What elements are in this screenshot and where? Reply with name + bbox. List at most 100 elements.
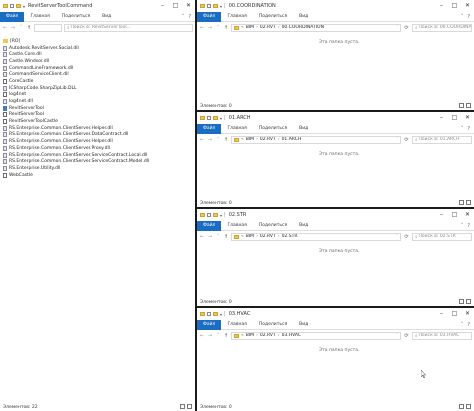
file-row[interactable]: CommandServiceClient.dll (3, 71, 192, 78)
tab-file[interactable]: Файл (197, 123, 222, 134)
chevron-down-icon[interactable]: ▾ (220, 4, 222, 9)
up-arrow-icon[interactable]: ↑ (223, 234, 229, 240)
chevron-down-icon[interactable]: ▾ (220, 213, 222, 218)
properties-icon[interactable] (207, 4, 211, 8)
maximize-button[interactable]: □ (448, 308, 461, 320)
address-bar[interactable]: « BIM › 02.RVT › 02.STR ˅ (231, 232, 401, 241)
help-icon[interactable]: ? (467, 221, 470, 231)
close-button[interactable]: ✕ (461, 308, 474, 320)
help-icon[interactable]: ? (467, 12, 470, 22)
tab-view[interactable]: Вид (293, 221, 314, 231)
title-bar[interactable]: ▾ | 02.STR – □ ✕ (197, 209, 474, 221)
new-folder-icon[interactable] (213, 4, 218, 8)
help-icon[interactable]: ? (467, 320, 470, 330)
file-row[interactable]: log4net.dll (3, 98, 192, 105)
title-bar[interactable]: ▾ | 00.COORDINATION – □ ✕ (197, 0, 474, 12)
chevron-down-icon[interactable]: ▾ (220, 312, 222, 317)
tab-home[interactable]: Главная (221, 12, 252, 22)
file-row[interactable]: RS.Enterprise.Common.ClientServer.Servic… (3, 152, 192, 159)
search-input[interactable]: ⌕ Поиск в: 03.HVAC (412, 331, 472, 340)
file-row[interactable]: Castle.Core.dll (3, 51, 192, 58)
address-bar[interactable]: « BIM › 02.RVT › 01.ARCH ˅ (231, 135, 401, 144)
tab-view[interactable]: Вид (293, 124, 314, 134)
forward-arrow-icon[interactable]: → (207, 25, 213, 31)
help-icon[interactable]: ? (188, 12, 191, 22)
maximize-button[interactable]: □ (448, 112, 461, 124)
file-row[interactable]: WebCastle (3, 172, 192, 179)
maximize-button[interactable]: □ (169, 0, 182, 12)
tab-share[interactable]: Поделиться (253, 221, 293, 231)
chevron-down-icon[interactable]: ˅ (182, 12, 185, 22)
tiles-view-icon[interactable] (466, 299, 471, 304)
recent-chevron-icon[interactable]: ˅ (215, 333, 221, 339)
breadcrumb-item[interactable]: 00.COORDINATION (282, 25, 324, 30)
search-input[interactable]: ⌕ Поиск в: 01.ARCH (412, 135, 472, 144)
tab-share[interactable]: Поделиться (253, 12, 293, 22)
properties-icon[interactable] (207, 213, 211, 217)
forward-arrow-icon[interactable]: → (207, 333, 213, 339)
new-folder-icon[interactable] (213, 116, 218, 120)
tab-view[interactable]: Вид (293, 320, 314, 330)
title-bar[interactable]: ▾ | 03.HVAC – □ ✕ (197, 308, 474, 320)
file-row[interactable]: log4net (3, 92, 192, 99)
back-arrow-icon[interactable]: ← (2, 25, 8, 31)
minimize-button[interactable]: – (435, 0, 448, 12)
breadcrumb-item[interactable]: BIM (246, 25, 254, 30)
close-button[interactable]: ✕ (461, 209, 474, 221)
close-button[interactable]: ✕ (461, 0, 474, 12)
chevron-down-icon[interactable]: ˅ (396, 333, 398, 338)
details-view-icon[interactable] (459, 299, 464, 304)
file-row[interactable]: [RO] (3, 38, 192, 45)
up-arrow-icon[interactable]: ↑ (223, 25, 229, 31)
minimize-button[interactable]: – (156, 0, 169, 12)
tab-view[interactable]: Вид (96, 12, 117, 22)
breadcrumb-item[interactable]: BIM (246, 137, 254, 142)
title-bar[interactable]: ▾ RevitServerToolCommand – □ ✕ (0, 0, 195, 12)
tiles-view-icon[interactable] (187, 404, 192, 409)
tab-file[interactable]: Файл (197, 220, 222, 231)
details-view-icon[interactable] (459, 103, 464, 108)
new-folder-icon[interactable] (213, 213, 218, 217)
maximize-button[interactable]: □ (448, 209, 461, 221)
breadcrumb-item[interactable]: 02.RVT (260, 333, 276, 338)
back-arrow-icon[interactable]: ← (199, 234, 205, 240)
tab-share[interactable]: Поделиться (253, 320, 293, 330)
address-bar[interactable]: « BIM › 02.RVT › 00.COORDINATION ˅ (231, 23, 401, 32)
chevron-down-icon[interactable]: ˅ (396, 234, 398, 239)
chevron-down-icon[interactable]: ˅ (461, 320, 464, 330)
tab-home[interactable]: Главная (221, 320, 252, 330)
minimize-button[interactable]: – (435, 209, 448, 221)
back-arrow-icon[interactable]: ← (199, 137, 205, 143)
file-row[interactable]: ICSharpCode.SharpZipLib.DLL (3, 85, 192, 92)
file-row[interactable]: RevitServerTool (3, 112, 192, 119)
forward-arrow-icon[interactable]: → (10, 25, 16, 31)
file-row[interactable]: Autodesk.RevitServer.Social.dll (3, 45, 192, 52)
search-input[interactable]: ⌕ Поиск в: 02.STR (412, 232, 472, 241)
refresh-icon[interactable]: ⟳ (403, 333, 410, 339)
new-folder-icon[interactable] (213, 312, 218, 316)
back-arrow-icon[interactable]: ← (199, 25, 205, 31)
minimize-button[interactable]: – (435, 308, 448, 320)
file-row[interactable]: Castle.Windsor.dll (3, 58, 192, 65)
file-row[interactable]: RS.Enterprise.Common.ClientServer.DataCo… (3, 132, 192, 139)
tab-share[interactable]: Поделиться (56, 12, 96, 22)
minimize-button[interactable]: – (435, 112, 448, 124)
file-row[interactable]: CommandLineFramework.dll (3, 65, 192, 72)
breadcrumb-item[interactable]: 03.HVAC (282, 333, 301, 338)
tiles-view-icon[interactable] (466, 404, 471, 409)
details-view-icon[interactable] (459, 200, 464, 205)
file-row[interactable]: RS.Enterprise.Common.ClientServer.Helper… (3, 138, 192, 145)
tab-share[interactable]: Поделиться (253, 124, 293, 134)
tab-view[interactable]: Вид (293, 12, 314, 22)
tab-file[interactable]: Файл (197, 11, 222, 22)
refresh-icon[interactable]: ⟳ (403, 137, 410, 143)
chevron-down-icon[interactable]: ˅ (396, 137, 398, 142)
close-button[interactable]: ✕ (461, 112, 474, 124)
breadcrumb-item[interactable]: BIM (246, 333, 254, 338)
search-input[interactable]: ⌕ Поиск в: 00.COORDINATION (412, 23, 472, 32)
back-arrow-icon[interactable]: ← (199, 333, 205, 339)
tiles-view-icon[interactable] (466, 200, 471, 205)
properties-icon[interactable] (207, 116, 211, 120)
details-view-icon[interactable] (459, 404, 464, 409)
details-view-icon[interactable] (180, 404, 185, 409)
